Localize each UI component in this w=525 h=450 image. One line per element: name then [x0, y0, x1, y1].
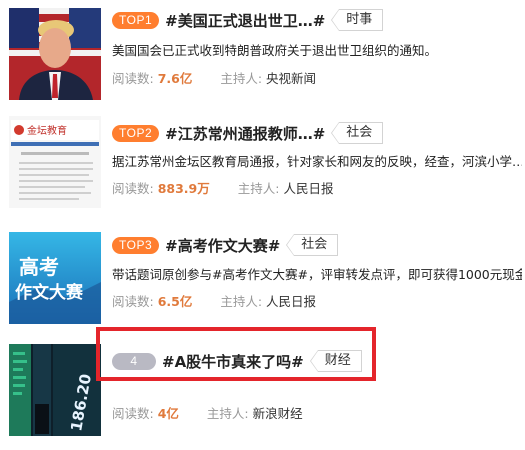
thumbnail-title-line1: 高考	[19, 255, 59, 279]
topic-title[interactable]: #江苏常州通报教师…#	[165, 123, 325, 144]
topic-meta: 阅读数: 7.6亿 主持人: 央视新闻	[112, 68, 316, 87]
topic-meta: 阅读数: 6.5亿 主持人: 人民日报	[112, 291, 316, 310]
read-count-label: 阅读数:	[112, 71, 154, 86]
topic-title[interactable]: #高考作文大赛#	[165, 235, 280, 256]
thumbnail-masthead: 金坛教育	[27, 124, 67, 137]
host-name[interactable]: 央视新闻	[266, 71, 316, 86]
read-count: 6.5亿	[157, 294, 193, 309]
host-label: 主持人:	[220, 294, 263, 309]
category-tag[interactable]: 时事	[331, 9, 384, 31]
document-image: 金坛教育	[9, 116, 101, 208]
host-name[interactable]: 人民日报	[283, 181, 333, 196]
topic-meta: 阅读数: 883.9万 主持人: 人民日报	[112, 178, 333, 197]
read-count-label: 阅读数:	[112, 181, 154, 196]
host-label: 主持人:	[237, 181, 280, 196]
item-thumbnail[interactable]: 高考 作文大赛	[9, 232, 101, 324]
stock-board-image: 186.20	[9, 344, 101, 436]
read-count: 7.6亿	[157, 71, 193, 86]
item-thumbnail[interactable]: 186.20	[9, 344, 101, 436]
category-tag[interactable]: 社会	[286, 234, 339, 256]
portrait-image	[9, 8, 101, 100]
item-thumbnail[interactable]: 金坛教育	[9, 116, 101, 208]
trend-item-1[interactable]: TOP1 #美国正式退出世卫…# 时事 美国国会已正式收到特朗普政府关于退出世卫…	[0, 0, 525, 110]
item-thumbnail[interactable]	[9, 8, 101, 100]
rank-badge: TOP1	[112, 11, 160, 29]
read-count-label: 阅读数:	[112, 294, 154, 309]
host-name[interactable]: 人民日报	[266, 294, 316, 309]
read-count-label: 阅读数:	[112, 406, 154, 421]
topic-description: 带话题词原创参与#高考作文大赛#，评审转发点评，即可获得1000元现金…	[112, 267, 522, 282]
essay-contest-image: 高考 作文大赛	[9, 232, 101, 324]
trend-item-2[interactable]: 金坛教育 TOP2 #江苏常州通报教师…# 社会 据江苏常州金坛区教育局通报，针…	[0, 110, 525, 220]
host-label: 主持人:	[220, 71, 263, 86]
category-tag[interactable]: 社会	[331, 122, 384, 144]
host-label: 主持人:	[206, 406, 249, 421]
rank-badge: TOP3	[112, 236, 160, 254]
topic-description: 据江苏常州金坛区教育局通报，针对家长和网友的反映，经查，河滨小学…	[112, 154, 522, 169]
read-count: 883.9万	[157, 181, 210, 196]
trend-item-3[interactable]: 高考 作文大赛 TOP3 #高考作文大赛# 社会 带话题词原创参与#高考作文大赛…	[0, 220, 525, 330]
rank-badge: TOP2	[112, 124, 160, 142]
topic-description: 美国国会已正式收到特朗普政府关于退出世卫组织的通知。	[112, 43, 438, 58]
topic-meta: 阅读数: 4亿 主持人: 新浪财经	[112, 403, 303, 422]
read-count: 4亿	[157, 406, 179, 421]
topic-title[interactable]: #美国正式退出世卫…#	[165, 10, 325, 31]
thumbnail-title-line2: 作文大赛	[15, 282, 84, 303]
highlight-box	[96, 327, 376, 381]
host-name[interactable]: 新浪财经	[253, 406, 303, 421]
